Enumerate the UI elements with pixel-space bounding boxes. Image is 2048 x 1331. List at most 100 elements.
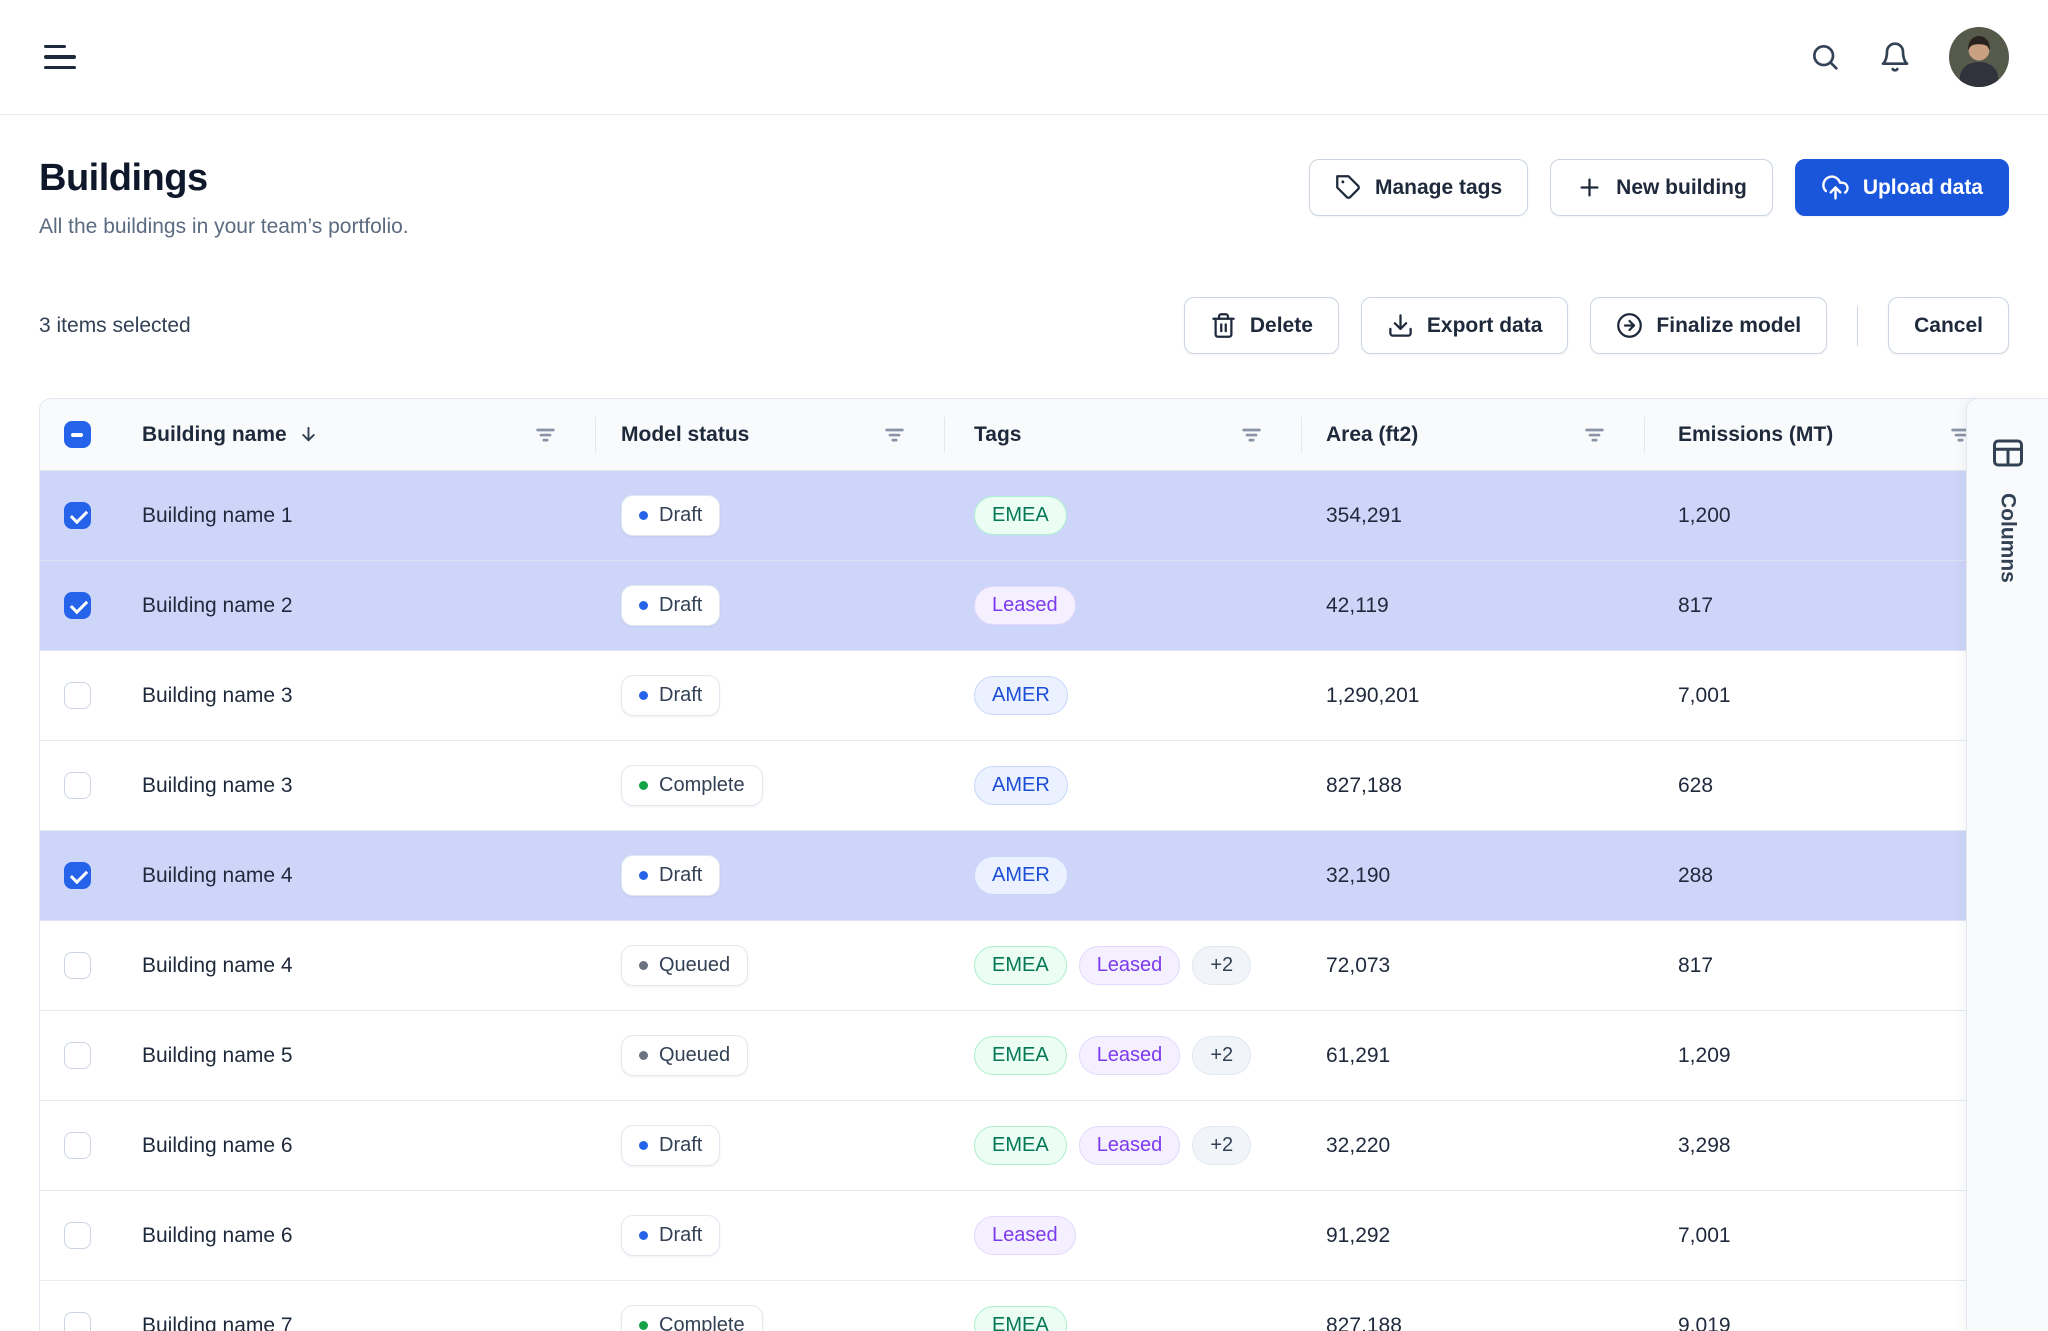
new-building-label: New building [1616,176,1747,200]
table-row[interactable]: Building name 6 Draft Leased 91,292 7,00… [40,1191,2008,1281]
row-checkbox[interactable] [64,682,91,709]
area-value: 61,291 [1326,1044,1390,1068]
table-row[interactable]: Building name 4 Queued EMEALeased+2 72,0… [40,921,2008,1011]
status-badge: Draft [621,495,720,536]
emissions-value: 7,001 [1678,1224,1731,1248]
sort-desc-icon[interactable] [297,423,320,446]
tag-emea: EMEA [974,946,1067,985]
status-dot-icon [639,1231,648,1240]
row-checkbox[interactable] [64,1042,91,1069]
status-badge: Queued [621,1035,748,1076]
area-value: 42,119 [1326,594,1389,618]
bell-icon[interactable] [1879,41,1911,73]
manage-tags-button[interactable]: Manage tags [1309,159,1528,216]
cancel-label: Cancel [1914,314,1983,338]
area-value: 32,190 [1326,864,1390,888]
tag-icon [1335,174,1362,201]
download-icon [1387,312,1414,339]
status-label: Draft [659,504,702,527]
cancel-button[interactable]: Cancel [1888,297,2009,354]
new-building-button[interactable]: New building [1550,159,1773,216]
area-value: 827,188 [1326,1314,1402,1331]
building-name: Building name 3 [142,684,293,708]
column-header-area[interactable]: Area (ft2) [1326,423,1418,447]
tag-leased: Leased [1079,1036,1181,1075]
menu-icon[interactable] [44,45,78,70]
tag-leased: Leased [974,1216,1076,1255]
table-row[interactable]: Building name 3 Draft AMER 1,290,201 7,0… [40,651,2008,741]
manage-tags-label: Manage tags [1375,176,1502,200]
search-icon[interactable] [1809,41,1841,73]
status-label: Draft [659,864,702,887]
tag-leased: Leased [974,586,1076,625]
row-checkbox[interactable] [64,592,91,619]
tag-leased: Leased [1079,1126,1181,1165]
tag-emea: EMEA [974,1036,1067,1075]
row-checkbox[interactable] [64,862,91,889]
tags-cell: AMER [944,831,1301,920]
tags-cell: EMEA [944,1281,1301,1331]
row-checkbox[interactable] [64,502,91,529]
status-label: Draft [659,1224,702,1247]
columns-panel-toggle[interactable]: Columns [1966,398,2048,1331]
filter-icon[interactable] [1238,421,1265,448]
user-avatar[interactable] [1949,27,2009,87]
table-header-row: Building name Model status Tags Area (f [40,399,2008,471]
column-header-emissions[interactable]: Emissions (MT) [1678,423,1833,447]
page-subtitle: All the buildings in your team’s portfol… [39,215,409,239]
emissions-value: 1,209 [1678,1044,1731,1068]
tag-amer: AMER [974,766,1068,805]
row-checkbox[interactable] [64,1222,91,1249]
building-name: Building name 5 [142,1044,293,1068]
column-header-tags[interactable]: Tags [974,423,1021,447]
row-checkbox[interactable] [64,772,91,799]
actions-divider [1857,306,1858,346]
filter-icon[interactable] [532,421,559,448]
table-row[interactable]: Building name 4 Draft AMER 32,190 288 [40,831,2008,921]
tags-cell: Leased [944,1191,1301,1280]
status-badge: Complete [621,765,763,806]
status-badge: Draft [621,1215,720,1256]
table-row[interactable]: Building name 7 Complete EMEA 827,188 9,… [40,1281,2008,1331]
row-checkbox[interactable] [64,1312,91,1331]
select-all-checkbox[interactable] [64,421,91,448]
upload-data-button[interactable]: Upload data [1795,159,2009,216]
status-dot-icon [639,1141,648,1150]
tag-emea: EMEA [974,496,1067,535]
building-name: Building name 4 [142,954,293,978]
building-name: Building name 4 [142,864,293,888]
row-checkbox[interactable] [64,952,91,979]
status-badge: Draft [621,585,720,626]
emissions-value: 1,200 [1678,504,1731,528]
columns-icon [1990,435,2026,471]
area-value: 91,292 [1326,1224,1390,1248]
building-name: Building name 1 [142,504,293,528]
column-header-model-status[interactable]: Model status [621,423,749,447]
selection-count: 3 items selected [39,314,191,338]
building-name: Building name 6 [142,1134,293,1158]
table-row[interactable]: Building name 1 Draft EMEA 354,291 1,200 [40,471,2008,561]
export-data-button[interactable]: Export data [1361,297,1569,354]
plus-icon [1576,174,1603,201]
filter-icon[interactable] [881,421,908,448]
buildings-table: Building name Model status Tags Area (f [39,398,2009,1331]
finalize-model-label: Finalize model [1656,314,1801,338]
table-row[interactable]: Building name 3 Complete AMER 827,188 62… [40,741,2008,831]
table-row[interactable]: Building name 2 Draft Leased 42,119 817 [40,561,2008,651]
row-checkbox[interactable] [64,1132,91,1159]
table-row[interactable]: Building name 6 Draft EMEALeased+2 32,22… [40,1101,2008,1191]
status-dot-icon [639,871,648,880]
table-row[interactable]: Building name 5 Queued EMEA Leased +2 61,2… [40,1011,2008,1101]
delete-button[interactable]: Delete [1184,297,1339,354]
tags-cell: AMER [944,651,1301,740]
status-dot-icon [639,691,648,700]
status-badge: Draft [621,675,720,716]
trash-icon [1210,312,1237,339]
building-name: Building name 2 [142,594,293,618]
tag-more: +2 [1192,1036,1251,1075]
finalize-model-button[interactable]: Finalize model [1590,297,1827,354]
column-header-building-name[interactable]: Building name [142,423,287,447]
building-name: Building name 6 [142,1224,293,1248]
filter-icon[interactable] [1581,421,1608,448]
page-title: Buildings [39,157,409,200]
